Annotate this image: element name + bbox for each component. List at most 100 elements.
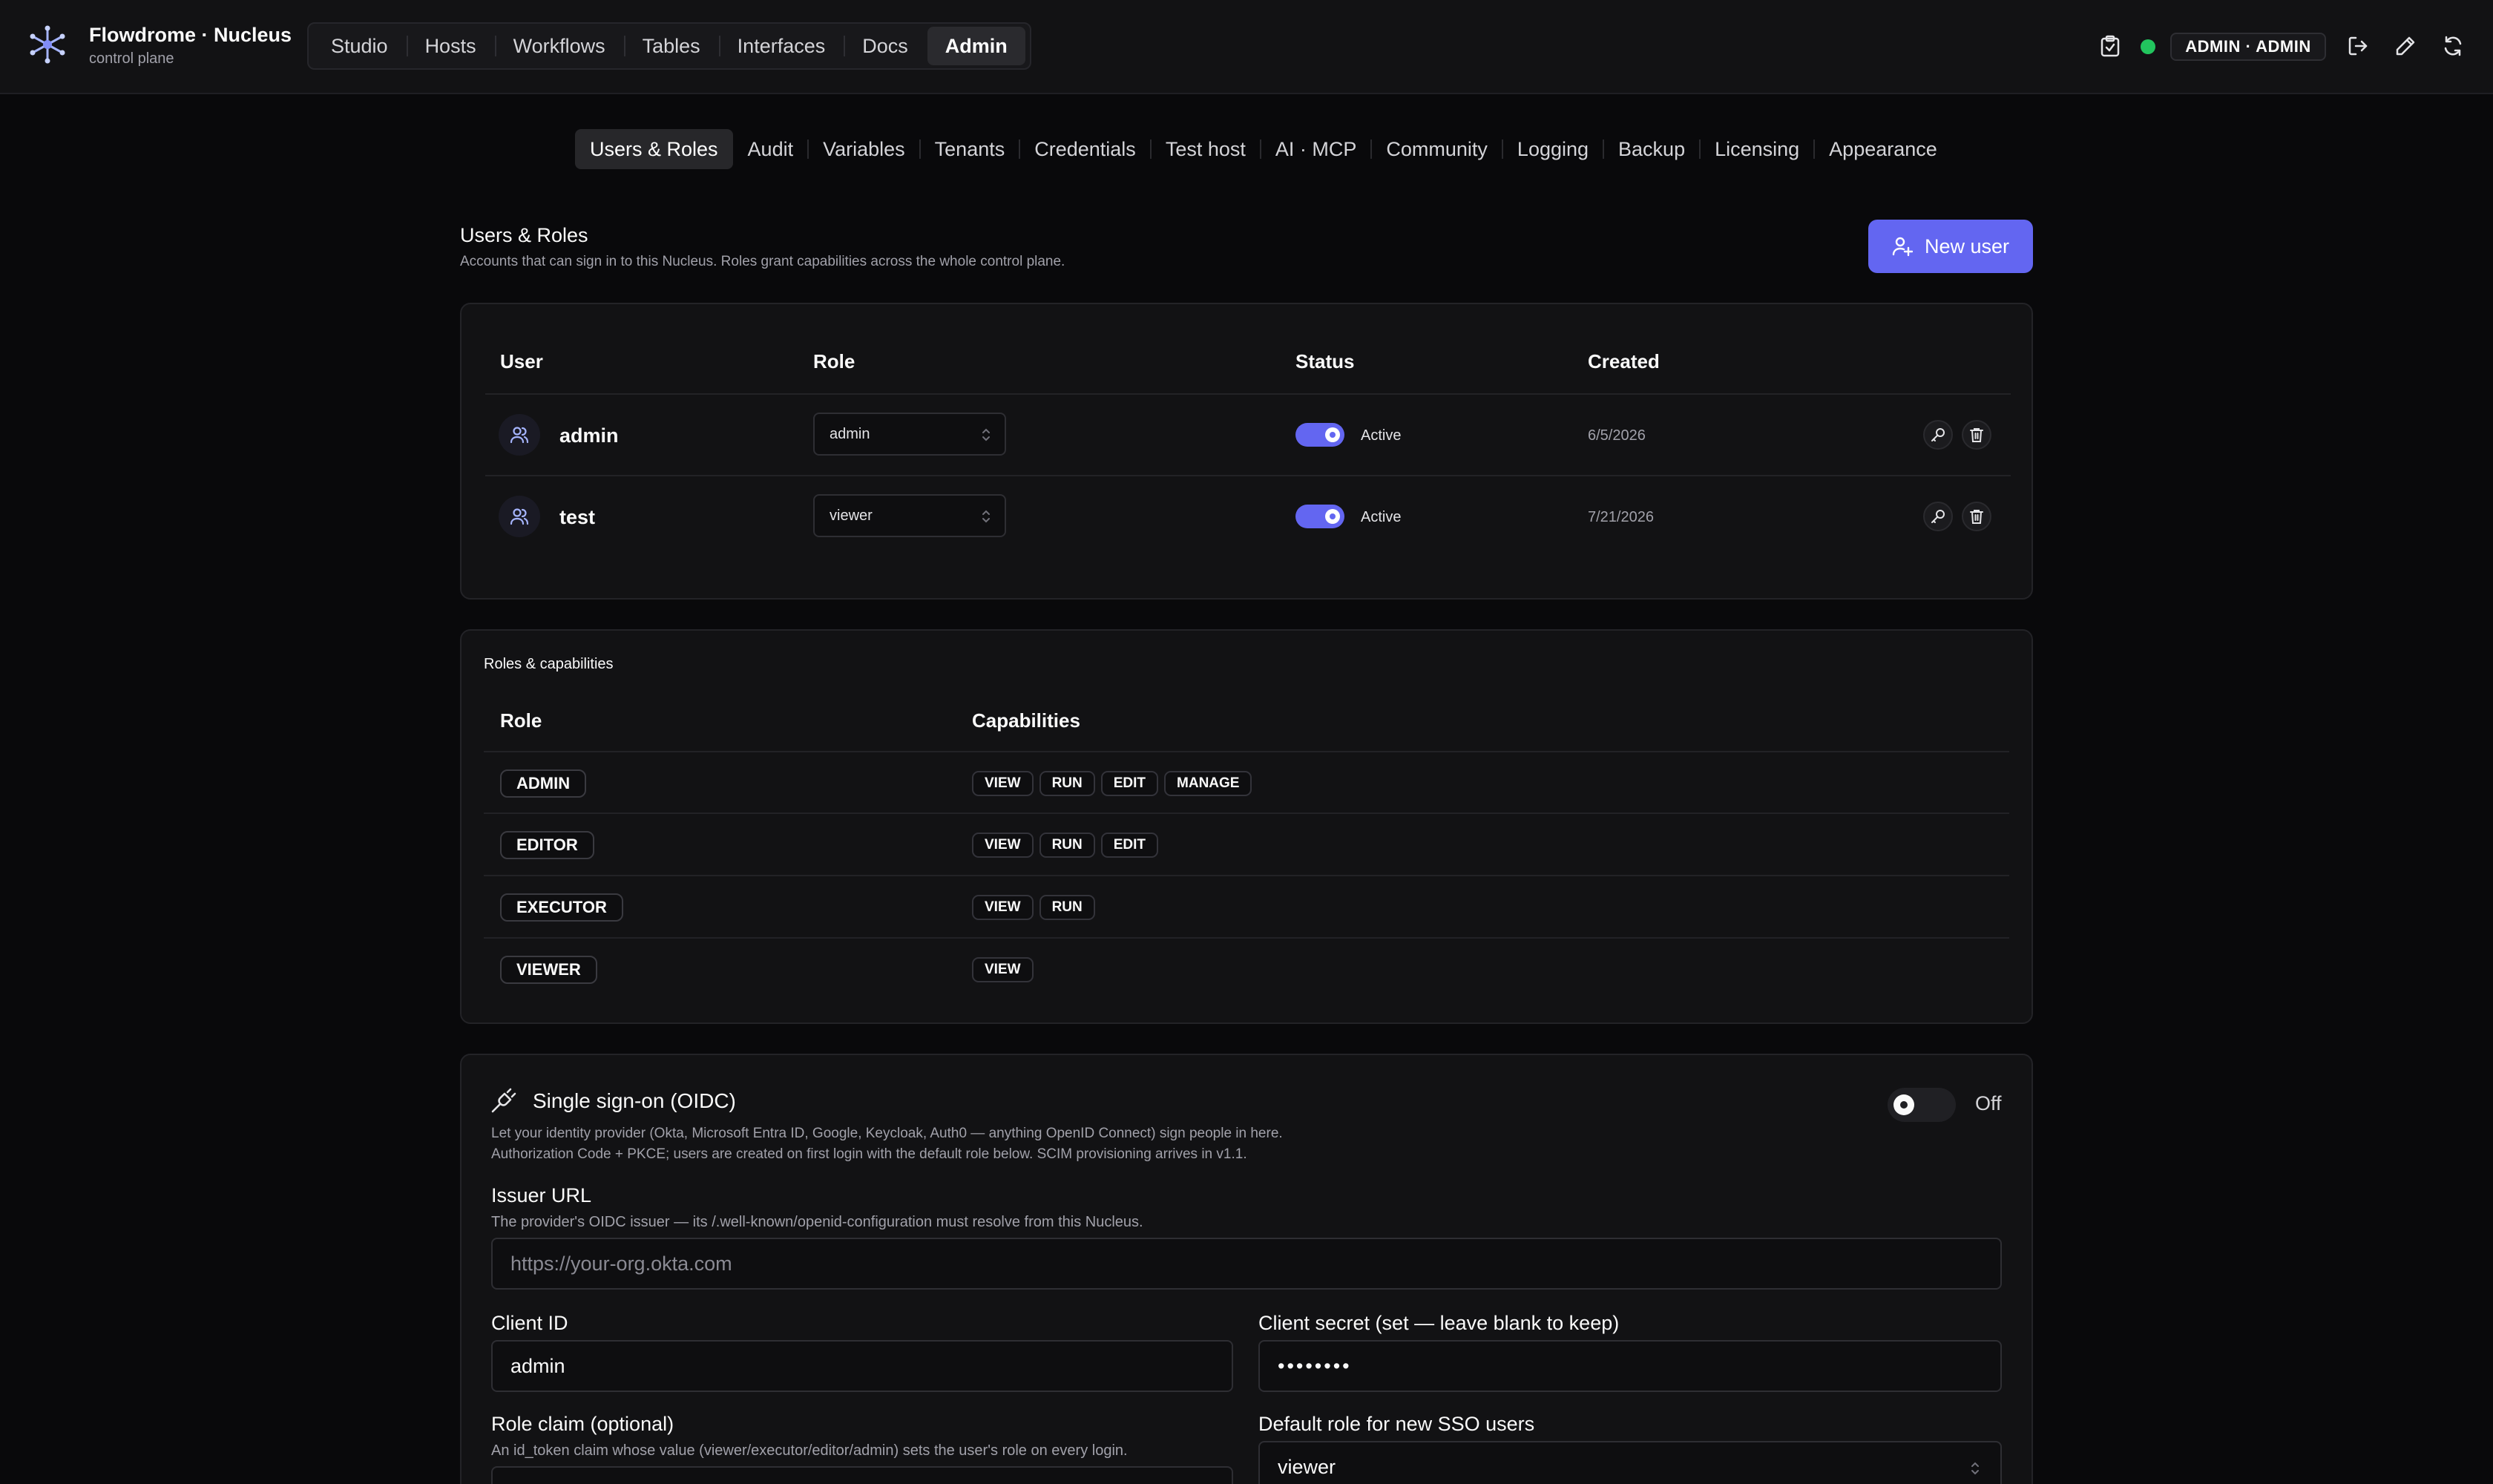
role-select-value: viewer bbox=[830, 507, 873, 524]
tab-variables[interactable]: Variables bbox=[807, 129, 920, 169]
role-badge-executor: EXECUTOR bbox=[500, 893, 623, 922]
client-id-label: Client ID bbox=[491, 1312, 568, 1334]
tab-tenants[interactable]: Tenants bbox=[919, 129, 1020, 169]
client-secret-label: Client secret (set — leave blank to keep… bbox=[1258, 1312, 1620, 1334]
role-badge-admin: ADMIN bbox=[500, 769, 587, 798]
users-section-title: Users & Roles bbox=[460, 224, 588, 246]
capability-list: VIEW RUN bbox=[972, 895, 1095, 920]
capability-badge: RUN bbox=[1039, 771, 1095, 796]
capability-badge: EDIT bbox=[1100, 771, 1159, 796]
new-user-label: New user bbox=[1924, 234, 2010, 257]
row-divider bbox=[484, 875, 2009, 876]
capability-badge: VIEW bbox=[972, 833, 1034, 858]
col-role: Role bbox=[813, 350, 855, 372]
role-select[interactable]: admin bbox=[813, 413, 1006, 456]
new-user-button[interactable]: New user bbox=[1868, 220, 2033, 273]
nav-docs[interactable]: Docs bbox=[844, 27, 926, 65]
role-select-value: admin bbox=[830, 425, 870, 442]
select-chevron-icon bbox=[982, 428, 990, 441]
tab-logging[interactable]: Logging bbox=[1501, 129, 1603, 169]
role-claim-help: An id_token claim whose value (viewer/ex… bbox=[491, 1442, 1128, 1459]
role-badge-viewer: VIEWER bbox=[500, 956, 597, 984]
client-id-value: admin bbox=[510, 1354, 565, 1377]
tab-appearance[interactable]: Appearance bbox=[1813, 129, 1952, 169]
row-divider bbox=[485, 393, 2011, 395]
key-icon bbox=[1931, 510, 1945, 523]
tab-audit[interactable]: Audit bbox=[733, 129, 809, 169]
capability-badge: VIEW bbox=[972, 771, 1034, 796]
plug-icon bbox=[491, 1088, 516, 1113]
refresh-icon[interactable] bbox=[2440, 33, 2466, 59]
sso-enable-toggle[interactable] bbox=[1888, 1088, 1956, 1122]
client-id-input[interactable]: admin bbox=[491, 1340, 1233, 1392]
capability-list: VIEW bbox=[972, 957, 1034, 982]
users-table-card: User Role Status Created admin admin Act… bbox=[460, 303, 2033, 600]
capability-badge: VIEW bbox=[972, 957, 1034, 982]
app-subtitle: control plane bbox=[89, 50, 174, 67]
app-title: Flowdrome · Nucleus bbox=[89, 24, 292, 46]
capability-badge: MANAGE bbox=[1164, 771, 1252, 796]
tab-test-host[interactable]: Test host bbox=[1149, 129, 1261, 169]
tab-users-roles[interactable]: Users & Roles bbox=[575, 129, 733, 169]
role-claim-label: Role claim (optional) bbox=[491, 1413, 674, 1435]
add-user-icon bbox=[1892, 237, 1913, 257]
default-role-label: Default role for new SSO users bbox=[1258, 1413, 1535, 1435]
issuer-url-help: The provider's OIDC issuer — its /.well-… bbox=[491, 1214, 1143, 1230]
default-role-value: viewer bbox=[1278, 1455, 1336, 1478]
reset-password-button[interactable] bbox=[1923, 502, 1953, 531]
user-name: test bbox=[559, 506, 596, 528]
issuer-url-input[interactable] bbox=[491, 1238, 2002, 1290]
row-divider bbox=[484, 937, 2009, 939]
nav-interfaces[interactable]: Interfaces bbox=[718, 27, 844, 65]
col-role: Role bbox=[500, 709, 542, 732]
tab-credentials[interactable]: Credentials bbox=[1019, 129, 1151, 169]
nav-workflows[interactable]: Workflows bbox=[494, 27, 623, 65]
nav-admin[interactable]: Admin bbox=[927, 27, 1025, 65]
user-chip[interactable]: ADMIN · ADMIN bbox=[2170, 33, 2326, 61]
role-claim-input[interactable] bbox=[491, 1466, 1233, 1484]
tab-licensing[interactable]: Licensing bbox=[1699, 129, 1814, 169]
flowdrome-logo-icon bbox=[30, 25, 65, 64]
tab-ai-mcp[interactable]: AI · MCP bbox=[1259, 129, 1372, 169]
nav-tables[interactable]: Tables bbox=[623, 27, 718, 65]
user-avatar-icon bbox=[499, 496, 540, 537]
capability-badge: VIEW bbox=[972, 895, 1034, 920]
col-user: User bbox=[500, 350, 543, 372]
role-badge-editor: EDITOR bbox=[500, 831, 594, 859]
user-active-toggle[interactable] bbox=[1295, 423, 1344, 447]
client-secret-input[interactable]: •••••••• bbox=[1258, 1340, 2002, 1392]
roles-section-title: Roles & capabilities bbox=[484, 656, 614, 672]
capability-list: VIEW RUN EDIT bbox=[972, 833, 1159, 858]
capability-list: VIEW RUN EDIT MANAGE bbox=[972, 771, 1252, 796]
select-chevron-icon bbox=[1971, 1462, 1979, 1475]
tab-backup[interactable]: Backup bbox=[1603, 129, 1700, 169]
sso-description-line-2: Authorization Code + PKCE; users are cre… bbox=[491, 1146, 1247, 1162]
default-role-select[interactable]: viewer bbox=[1258, 1441, 2002, 1484]
row-divider bbox=[485, 475, 2011, 476]
top-bar: Flowdrome · Nucleus control plane Studio… bbox=[0, 0, 2493, 94]
logout-icon[interactable] bbox=[2345, 33, 2371, 59]
user-created: 6/5/2026 bbox=[1588, 427, 1646, 444]
capability-badge: RUN bbox=[1039, 895, 1095, 920]
user-name: admin bbox=[559, 424, 619, 447]
select-chevron-icon bbox=[982, 510, 990, 523]
col-status: Status bbox=[1295, 350, 1355, 372]
user-created: 7/21/2026 bbox=[1588, 509, 1654, 525]
user-status: Active bbox=[1361, 509, 1402, 525]
connection-status-dot bbox=[2141, 39, 2155, 54]
user-active-toggle[interactable] bbox=[1295, 505, 1344, 528]
capability-badge: EDIT bbox=[1100, 833, 1159, 858]
nav-studio[interactable]: Studio bbox=[313, 27, 406, 65]
reset-password-button[interactable] bbox=[1923, 420, 1953, 450]
pencil-icon[interactable] bbox=[2392, 33, 2419, 59]
key-icon bbox=[1931, 428, 1945, 441]
role-select[interactable]: viewer bbox=[813, 494, 1006, 537]
delete-user-button[interactable] bbox=[1962, 502, 1991, 531]
tab-community[interactable]: Community bbox=[1370, 129, 1502, 169]
roles-card bbox=[460, 629, 2033, 1024]
clipboard-check-icon[interactable] bbox=[2097, 33, 2124, 59]
user-status: Active bbox=[1361, 427, 1402, 444]
delete-user-button[interactable] bbox=[1962, 420, 1991, 450]
capability-badge: RUN bbox=[1039, 833, 1095, 858]
nav-hosts[interactable]: Hosts bbox=[406, 27, 494, 65]
